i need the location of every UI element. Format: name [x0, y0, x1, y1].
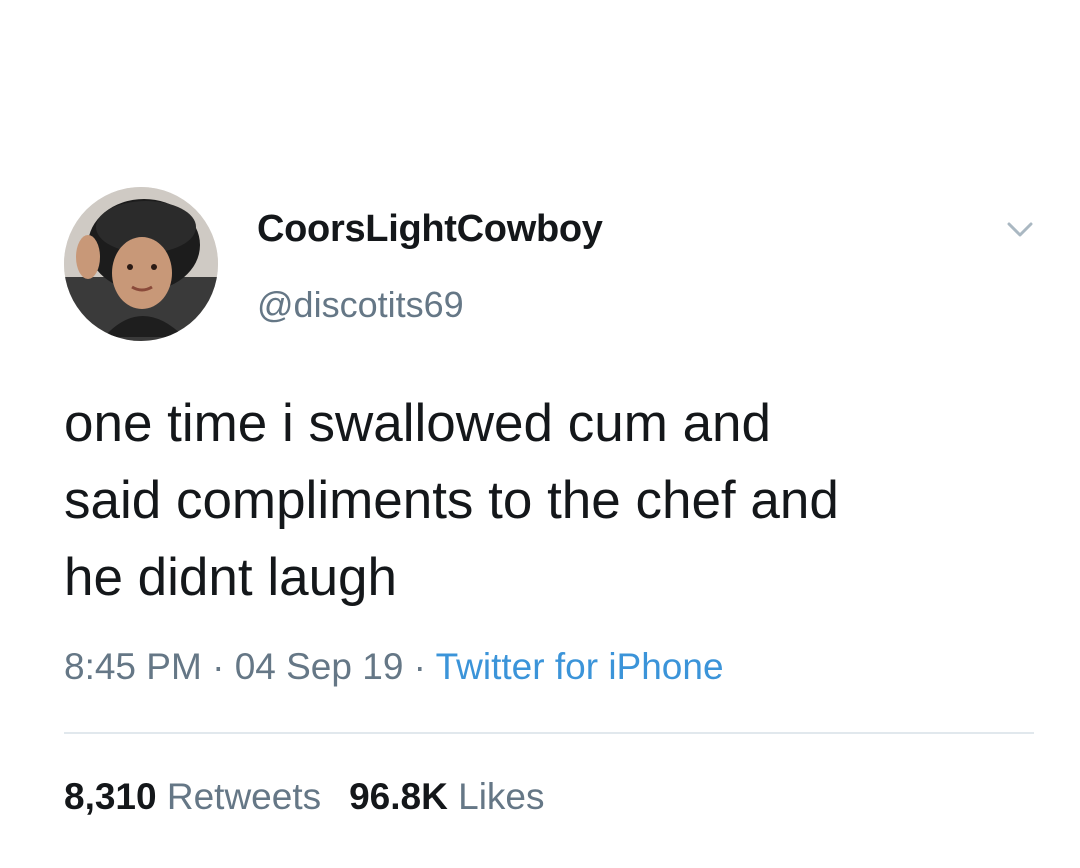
tweet-metadata: 8:45 PM · 04 Sep 19 · Twitter for iPhone	[64, 646, 724, 688]
tweet-stats: 8,310 Retweets 96.8K Likes	[64, 776, 545, 818]
user-handle[interactable]: @discotits69	[257, 284, 464, 326]
meta-separator: ·	[201, 646, 235, 687]
tweet-text: one time i swallowed cum and said compli…	[64, 394, 839, 607]
tweet-card: CoorsLightCowboy @discotits69 one time i…	[0, 0, 1080, 868]
tweet-date[interactable]: 04 Sep 19	[235, 646, 404, 687]
display-name[interactable]: CoorsLightCowboy	[257, 208, 603, 251]
retweets-label: Retweets	[166, 776, 322, 817]
meta-separator: ·	[403, 646, 436, 687]
tweet-time[interactable]: 8:45 PM	[64, 646, 202, 687]
avatar-image	[64, 187, 218, 341]
likes-label: Likes	[458, 776, 545, 817]
likes-count: 96.8K	[349, 776, 448, 817]
avatar[interactable]	[64, 187, 218, 341]
chevron-down-icon[interactable]	[1006, 220, 1034, 240]
retweets-count: 8,310	[64, 776, 157, 817]
tweet-source-link[interactable]: Twitter for iPhone	[436, 646, 724, 687]
retweets-stat[interactable]: 8,310 Retweets	[64, 776, 321, 817]
divider	[64, 732, 1034, 734]
likes-stat[interactable]: 96.8K Likes	[349, 776, 544, 817]
